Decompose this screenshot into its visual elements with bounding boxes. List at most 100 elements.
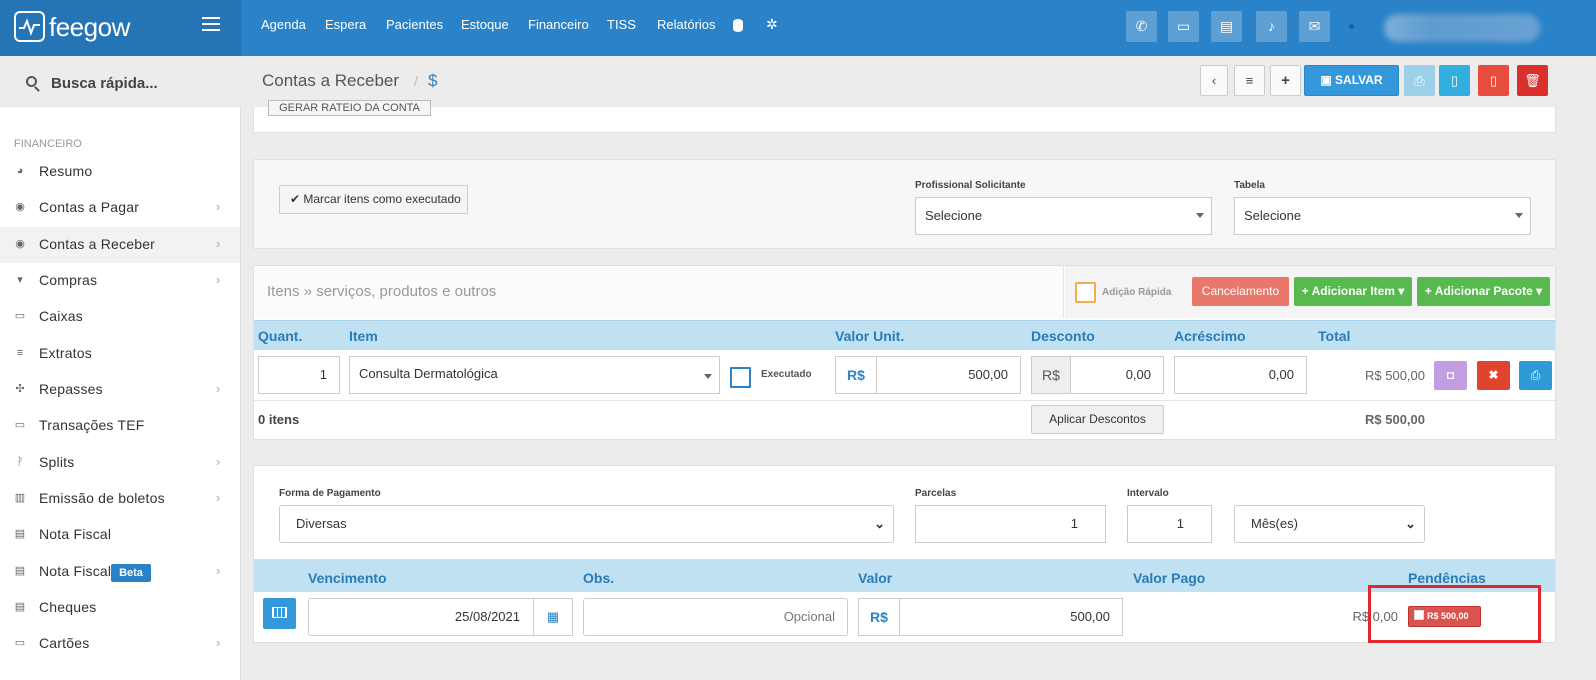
gear-icon[interactable]: ✲ <box>766 16 778 33</box>
beta-badge: Beta <box>111 564 151 582</box>
col-pendencias: Pendências <box>1408 570 1486 586</box>
chat-icon[interactable]: ✉ <box>1299 11 1330 42</box>
installment-card-button[interactable] <box>263 598 296 629</box>
nav-relatorios[interactable]: Relatórios <box>657 0 716 56</box>
barcode-icon <box>272 607 287 618</box>
print-item-icon[interactable]: ⎙ <box>1519 361 1552 390</box>
camera-icon[interactable]: ◘ <box>1434 361 1467 390</box>
vencimento-date-input[interactable]: 25/08/2021 <box>308 598 534 636</box>
sidebar-item-emissao-de-boletos[interactable]: ▥ Emissão de boletos › <box>0 481 240 517</box>
intervalo-input[interactable]: 1 <box>1127 505 1212 543</box>
chevron-right-icon: › <box>216 199 221 214</box>
chevron-right-icon: › <box>216 236 221 251</box>
executado-checkbox[interactable] <box>730 367 751 388</box>
chevron-right-icon: › <box>216 272 221 287</box>
pdf-icon[interactable]: ▯ <box>1478 65 1509 96</box>
forma-pagamento-value: Diversas <box>296 516 347 531</box>
parcelas-label: Parcelas <box>915 488 957 499</box>
bell-icon[interactable]: ♪ <box>1256 11 1287 42</box>
sidebar-item-caixas[interactable]: ▭ Caixas <box>0 299 240 335</box>
trash-icon[interactable]: 🗑 <box>1517 65 1548 96</box>
hamburger-menu-icon[interactable] <box>202 17 220 31</box>
acrescimo-input[interactable]: 0,00 <box>1174 356 1307 394</box>
periodo-select[interactable]: Mês(es) ⌄ <box>1234 505 1425 543</box>
profissional-label: Profissional Solicitante <box>915 180 1026 191</box>
puzzle-icon: ✣ <box>15 383 25 395</box>
mark-executed-label: Marcar itens como executado <box>303 192 461 206</box>
cancelamento-button[interactable]: Cancelamento <box>1192 277 1289 306</box>
col-valor: Valor <box>858 570 893 586</box>
card-icon[interactable]: ▤ <box>1211 11 1242 42</box>
item-total: R$ 500,00 <box>1365 368 1425 383</box>
nav-agenda[interactable]: Agenda <box>261 0 306 56</box>
user-menu-avatar[interactable] <box>1384 14 1540 42</box>
nav-espera[interactable]: Espera <box>325 0 366 56</box>
sidebar-item-compras[interactable]: ▾ Compras › <box>0 263 240 299</box>
obs-input[interactable]: Opcional <box>583 598 848 636</box>
quick-search-placeholder[interactable]: Busca rápida... <box>51 75 158 92</box>
sidebar-item-cartoes[interactable]: ▭ Cartões › <box>0 626 240 662</box>
add-item-button[interactable]: + Adicionar Item ▾ <box>1294 277 1412 306</box>
col-desconto: Desconto <box>1031 328 1095 344</box>
nav-estoque[interactable]: Estoque <box>461 0 509 56</box>
installments-table-header <box>254 559 1555 592</box>
nav-financeiro[interactable]: Financeiro <box>528 0 589 56</box>
nav-tiss[interactable]: TISS <box>607 0 636 56</box>
status-dot-icon <box>1349 24 1354 29</box>
gerar-rateio-button[interactable]: GERAR RATEIO DA CONTA <box>268 100 431 116</box>
search-icon <box>26 76 37 87</box>
divider <box>254 400 1555 401</box>
sidebar-item-repasses[interactable]: ✣ Repasses › <box>0 372 240 408</box>
sidebar-item-contas-a-receber[interactable]: ◉ Contas a Receber › <box>0 227 240 263</box>
valor-input[interactable]: 500,00 <box>899 598 1123 636</box>
sidebar-item-cheques[interactable]: ▤ Cheques <box>0 590 240 626</box>
mark-executed-button[interactable]: ✔ Marcar itens como executado <box>279 185 468 214</box>
desconto-currency-addon[interactable]: R$ <box>1031 356 1071 394</box>
app-logo-text: feegow <box>49 12 130 42</box>
database-icon[interactable] <box>733 19 743 32</box>
add-button[interactable]: + <box>1270 65 1301 96</box>
sidebar-item-splits[interactable]: ᚹ Splits › <box>0 445 240 481</box>
items-table-header <box>254 320 1555 350</box>
sidebar-item-contas-a-pagar[interactable]: ◉ Contas a Pagar › <box>0 190 240 226</box>
phone-icon[interactable]: ✆ <box>1126 11 1157 42</box>
item-select[interactable]: Consulta Dermatológica <box>349 356 720 394</box>
add-package-button[interactable]: + Adicionar Pacote ▾ <box>1417 277 1550 306</box>
desconto-input[interactable]: 0,00 <box>1070 356 1164 394</box>
credit-card-icon: ▭ <box>14 419 26 431</box>
breadcrumb-separator: / <box>414 73 418 89</box>
sidebar-item-transacoes-tef[interactable]: ▭ Transações TEF <box>0 408 240 444</box>
apply-discounts-button[interactable]: Aplicar Descontos <box>1031 405 1164 434</box>
remove-item-icon[interactable]: ✖ <box>1477 361 1510 390</box>
sidebar-item-label: Contas a Receber <box>39 236 156 252</box>
arrow-up-circle-icon: ◉ <box>15 201 25 213</box>
cheque-icon: ▤ <box>14 601 26 613</box>
barcode-icon: ▥ <box>14 492 26 504</box>
caret-down-icon <box>704 374 712 379</box>
account-panel <box>253 107 1556 133</box>
calendar-icon[interactable]: ▦ <box>533 598 573 636</box>
executado-label: Executado <box>761 369 812 380</box>
back-button[interactable]: ‹ <box>1200 65 1228 96</box>
valor-unit-input[interactable]: 500,00 <box>876 356 1021 394</box>
print-icon[interactable]: ⎙ <box>1404 65 1435 96</box>
adicao-rapida-checkbox[interactable] <box>1075 282 1096 303</box>
sidebar-item-nota-fiscal[interactable]: ▤ Nota Fiscal <box>0 517 240 553</box>
tabela-select[interactable]: Selecione <box>1234 197 1531 235</box>
save-button[interactable]: ▣ SALVAR <box>1304 65 1399 96</box>
forma-pagamento-select[interactable]: Diversas ⌄ <box>279 505 894 543</box>
sidebar-item-extratos[interactable]: ≡ Extratos <box>0 336 240 372</box>
list-view-button[interactable]: ≡ <box>1234 65 1265 96</box>
profissional-select[interactable]: Selecione <box>915 197 1212 235</box>
nav-pacientes[interactable]: Pacientes <box>386 0 443 56</box>
cart-icon: ▾ <box>17 274 23 286</box>
sidebar-item-resumo[interactable]: ◕ Resumo <box>0 154 240 190</box>
tabela-value: Selecione <box>1244 208 1302 223</box>
parcelas-input[interactable]: 1 <box>915 505 1106 543</box>
col-quant: Quant. <box>258 328 303 344</box>
inbox-icon[interactable]: ▭ <box>1168 11 1199 42</box>
quantity-input[interactable]: 1 <box>258 356 340 394</box>
sidebar-item-label: Cheques <box>39 599 97 615</box>
document-icon[interactable]: ▯ <box>1439 65 1470 96</box>
chevron-right-icon: › <box>216 454 221 469</box>
